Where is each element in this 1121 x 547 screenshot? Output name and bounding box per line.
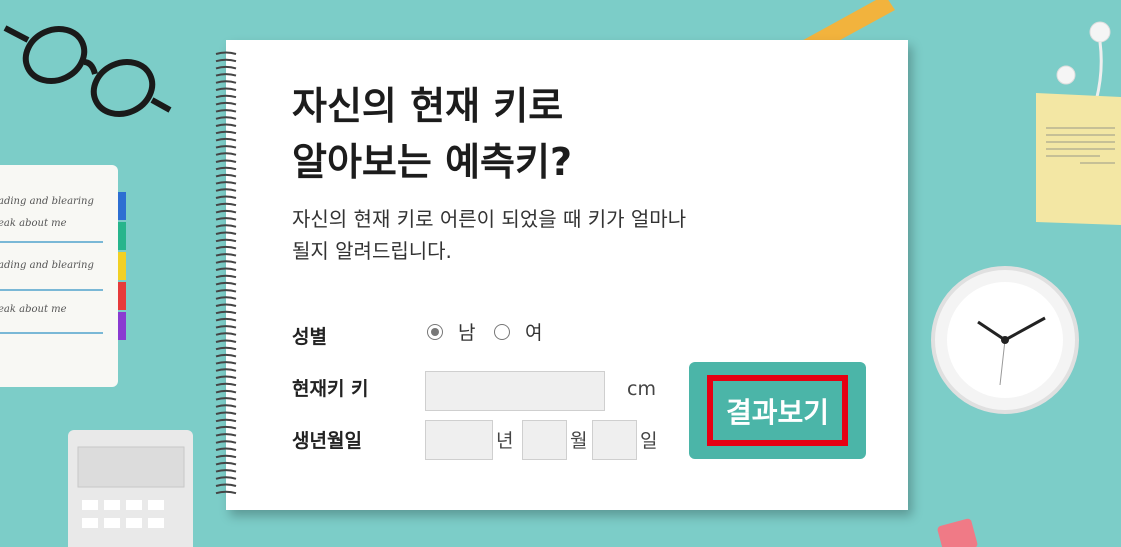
notebook-line: eak about me — [0, 218, 67, 229]
notebook-line: eak about me — [0, 304, 67, 315]
birth-month-input[interactable] — [522, 420, 567, 460]
result-button[interactable]: 결과보기 — [707, 375, 848, 446]
gender-option-male-label: 남 — [458, 322, 476, 344]
notepad: 자신의 현재 키로 알아보는 예측키? 자신의 현재 키로 어른이 되었을 때 … — [215, 40, 908, 510]
birth-year-input[interactable] — [425, 420, 493, 460]
sticky-note-icon — [1036, 93, 1121, 225]
birth-label: 생년월일 — [292, 430, 362, 452]
notebook-line: ading and blearing — [0, 196, 94, 207]
calculator-icon — [68, 430, 193, 547]
page-description: 자신의 현재 키로 어른이 되었을 때 키가 얼마나 될지 알려드립니다. — [292, 207, 687, 263]
gender-radio-female[interactable] — [494, 324, 510, 340]
glasses-icon — [3, 25, 172, 117]
birth-day-input[interactable] — [592, 420, 637, 460]
height-unit: cm — [627, 378, 656, 400]
day-unit: 일 — [640, 430, 658, 452]
spiral-binding-icon — [215, 51, 237, 495]
height-label: 현재키 키 — [292, 378, 369, 400]
page-title: 자신의 현재 키로 알아보는 예측키? — [292, 84, 572, 184]
gender-label: 성별 — [292, 326, 327, 348]
result-button-container: 결과보기 — [689, 362, 866, 459]
year-unit: 년 — [496, 430, 514, 452]
clock-icon — [931, 266, 1079, 414]
gender-radio-male[interactable] — [427, 324, 443, 340]
eraser-icon — [937, 518, 978, 547]
month-unit: 월 — [570, 430, 588, 452]
height-input[interactable] — [425, 371, 605, 411]
notebook-line: ading and blearing — [0, 260, 94, 271]
gender-option-female-label: 여 — [525, 322, 543, 344]
